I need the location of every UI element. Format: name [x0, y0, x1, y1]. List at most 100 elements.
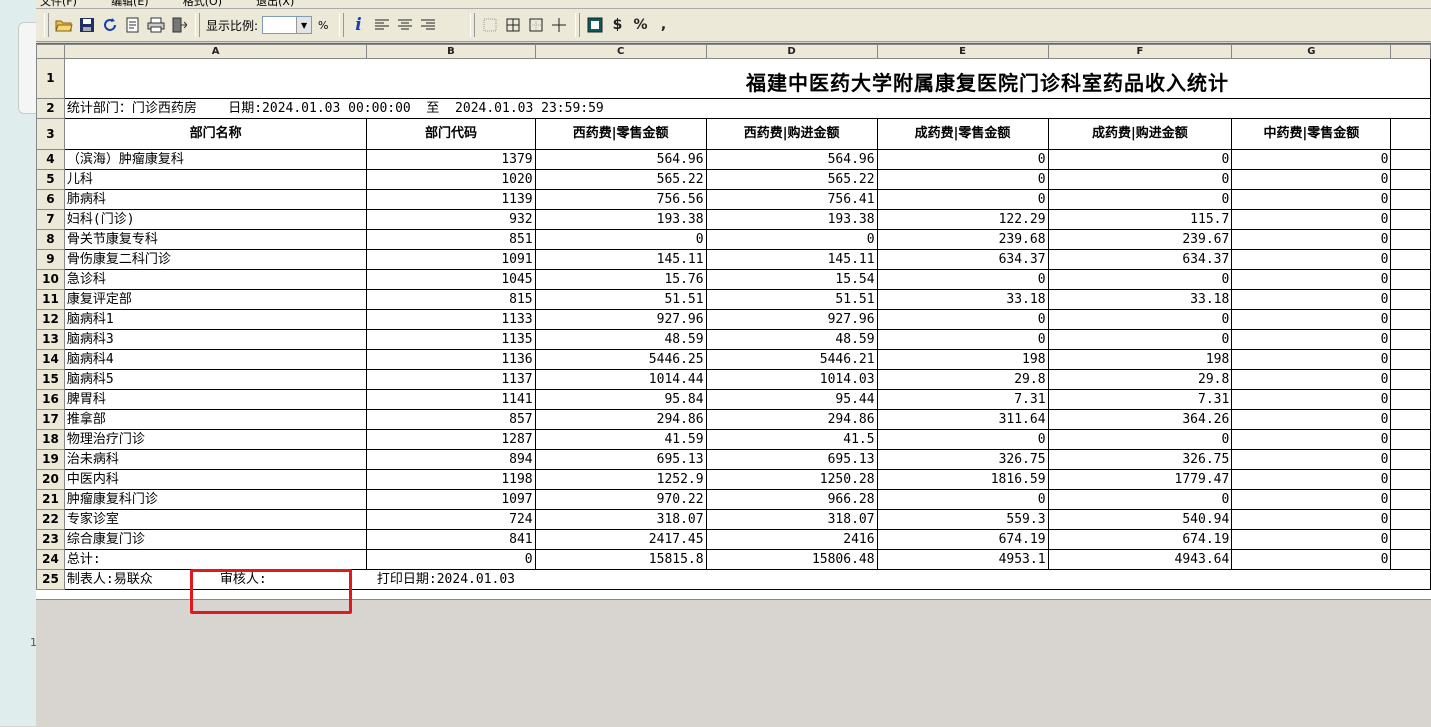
row-header[interactable]: 25	[36, 569, 65, 590]
western-retail-cell[interactable]: 15815.8	[534, 549, 707, 570]
extra-cell[interactable]	[1390, 189, 1431, 210]
dept-code-cell[interactable]: 1133	[366, 309, 536, 330]
western-retail-cell[interactable]: 564.96	[534, 149, 707, 170]
dept-name-cell[interactable]: 儿科	[63, 169, 368, 190]
extra-cell[interactable]	[1390, 449, 1431, 470]
western-retail-cell[interactable]: 756.56	[534, 189, 707, 210]
patent-retail-cell[interactable]: 311.64	[876, 409, 1049, 430]
western-retail-cell[interactable]: 565.22	[534, 169, 707, 190]
chinese-retail-cell[interactable]: 0	[1231, 309, 1392, 330]
chinese-retail-cell[interactable]: 0	[1231, 189, 1392, 210]
chinese-retail-cell[interactable]: 0	[1231, 429, 1392, 450]
patent-retail-cell[interactable]: 559.3	[876, 509, 1049, 530]
patent-retail-cell[interactable]: 0	[876, 489, 1049, 510]
patent-retail-cell[interactable]: 7.31	[876, 389, 1049, 410]
info-cell[interactable]: 统计部门：门诊西药房 日期:2024.01.03 00:00:00 至 2024…	[63, 98, 1431, 119]
western-purchase-cell[interactable]: 318.07	[705, 509, 878, 530]
dept-name-cell[interactable]: 脑病科4	[63, 349, 368, 370]
column-header-f[interactable]: F	[1047, 44, 1233, 59]
western-retail-cell[interactable]: 695.13	[534, 449, 707, 470]
chinese-retail-cell[interactable]: 0	[1231, 549, 1392, 570]
row-header[interactable]: 8	[36, 229, 65, 250]
border-all-icon[interactable]	[502, 14, 524, 36]
open-folder-icon[interactable]	[53, 14, 75, 36]
western-purchase-cell[interactable]: 5446.21	[705, 349, 878, 370]
chinese-retail-cell[interactable]: 0	[1231, 449, 1392, 470]
header-dept-code[interactable]: 部门代码	[366, 118, 536, 150]
extra-cell[interactable]	[1390, 549, 1431, 570]
exit-door-icon[interactable]	[168, 14, 190, 36]
row-header[interactable]: 3	[36, 118, 65, 150]
dept-code-cell[interactable]: 1097	[366, 489, 536, 510]
chinese-retail-cell[interactable]: 0	[1231, 469, 1392, 490]
menu-exit[interactable]: 退出(X)	[256, 0, 294, 8]
dept-code-cell[interactable]: 851	[366, 229, 536, 250]
patent-purchase-cell[interactable]: 0	[1047, 169, 1233, 190]
chinese-retail-cell[interactable]: 0	[1231, 409, 1392, 430]
dept-code-cell[interactable]: 1379	[366, 149, 536, 170]
dept-name-cell[interactable]: 肿瘤康复科门诊	[63, 489, 368, 510]
patent-purchase-cell[interactable]: 239.67	[1047, 229, 1233, 250]
western-retail-cell[interactable]: 294.86	[534, 409, 707, 430]
chinese-retail-cell[interactable]: 0	[1231, 389, 1392, 410]
patent-retail-cell[interactable]: 0	[876, 269, 1049, 290]
western-purchase-cell[interactable]: 0	[705, 229, 878, 250]
row-header[interactable]: 10	[36, 269, 65, 290]
dept-code-cell[interactable]: 1141	[366, 389, 536, 410]
dept-code-cell[interactable]: 724	[366, 509, 536, 530]
dept-code-cell[interactable]: 1139	[366, 189, 536, 210]
patent-purchase-cell[interactable]: 634.37	[1047, 249, 1233, 270]
western-purchase-cell[interactable]: 95.44	[705, 389, 878, 410]
column-header-c[interactable]: C	[534, 44, 707, 59]
patent-purchase-cell[interactable]: 0	[1047, 329, 1233, 350]
chinese-retail-cell[interactable]: 0	[1231, 169, 1392, 190]
row-header[interactable]: 6	[36, 189, 65, 210]
row-header[interactable]: 13	[36, 329, 65, 350]
western-retail-cell[interactable]: 318.07	[534, 509, 707, 530]
patent-purchase-cell[interactable]: 198	[1047, 349, 1233, 370]
dept-code-cell[interactable]: 932	[366, 209, 536, 230]
chevron-down-icon[interactable]: ▼	[296, 17, 312, 33]
dept-code-cell[interactable]: 1287	[366, 429, 536, 450]
chinese-retail-cell[interactable]: 0	[1231, 349, 1392, 370]
row-header[interactable]: 15	[36, 369, 65, 390]
extra-cell[interactable]	[1390, 349, 1431, 370]
dept-name-cell[interactable]: 肺病科	[63, 189, 368, 210]
align-right-icon[interactable]	[417, 14, 439, 36]
dept-code-cell[interactable]: 841	[366, 529, 536, 550]
western-purchase-cell[interactable]: 756.41	[705, 189, 878, 210]
row-header[interactable]: 12	[36, 309, 65, 330]
header-dept-name[interactable]: 部门名称	[63, 118, 368, 150]
menu-edit[interactable]: 编辑(E)	[111, 0, 149, 8]
western-purchase-cell[interactable]: 145.11	[705, 249, 878, 270]
row-header[interactable]: 17	[36, 409, 65, 430]
row-header[interactable]: 9	[36, 249, 65, 270]
western-retail-cell[interactable]: 2417.45	[534, 529, 707, 550]
extra-cell[interactable]	[1390, 149, 1431, 170]
column-header-e[interactable]: E	[876, 44, 1049, 59]
western-retail-cell[interactable]: 193.38	[534, 209, 707, 230]
dept-code-cell[interactable]: 1091	[366, 249, 536, 270]
patent-purchase-cell[interactable]: 540.94	[1047, 509, 1233, 530]
patent-purchase-cell[interactable]: 0	[1047, 269, 1233, 290]
extra-cell[interactable]	[1390, 309, 1431, 330]
western-purchase-cell[interactable]: 565.22	[705, 169, 878, 190]
menu-file[interactable]: 文件(F)	[40, 0, 77, 8]
dept-name-cell[interactable]: 中医内科	[63, 469, 368, 490]
western-purchase-cell[interactable]: 193.38	[705, 209, 878, 230]
column-header-a[interactable]: A	[63, 44, 368, 59]
printer-icon[interactable]	[145, 14, 167, 36]
dept-name-cell[interactable]: 脑病科3	[63, 329, 368, 350]
extra-cell[interactable]	[1390, 389, 1431, 410]
extra-cell[interactable]	[1390, 409, 1431, 430]
western-purchase-cell[interactable]: 2416	[705, 529, 878, 550]
patent-retail-cell[interactable]: 29.8	[876, 369, 1049, 390]
dept-name-cell[interactable]: 急诊科	[63, 269, 368, 290]
dept-name-cell[interactable]: 脑病科5	[63, 369, 368, 390]
western-retail-cell[interactable]: 927.96	[534, 309, 707, 330]
western-purchase-cell[interactable]: 695.13	[705, 449, 878, 470]
row-header[interactable]: 1	[36, 58, 65, 99]
dept-code-cell[interactable]: 894	[366, 449, 536, 470]
border-inside-icon[interactable]	[548, 14, 570, 36]
western-purchase-cell[interactable]: 15.54	[705, 269, 878, 290]
